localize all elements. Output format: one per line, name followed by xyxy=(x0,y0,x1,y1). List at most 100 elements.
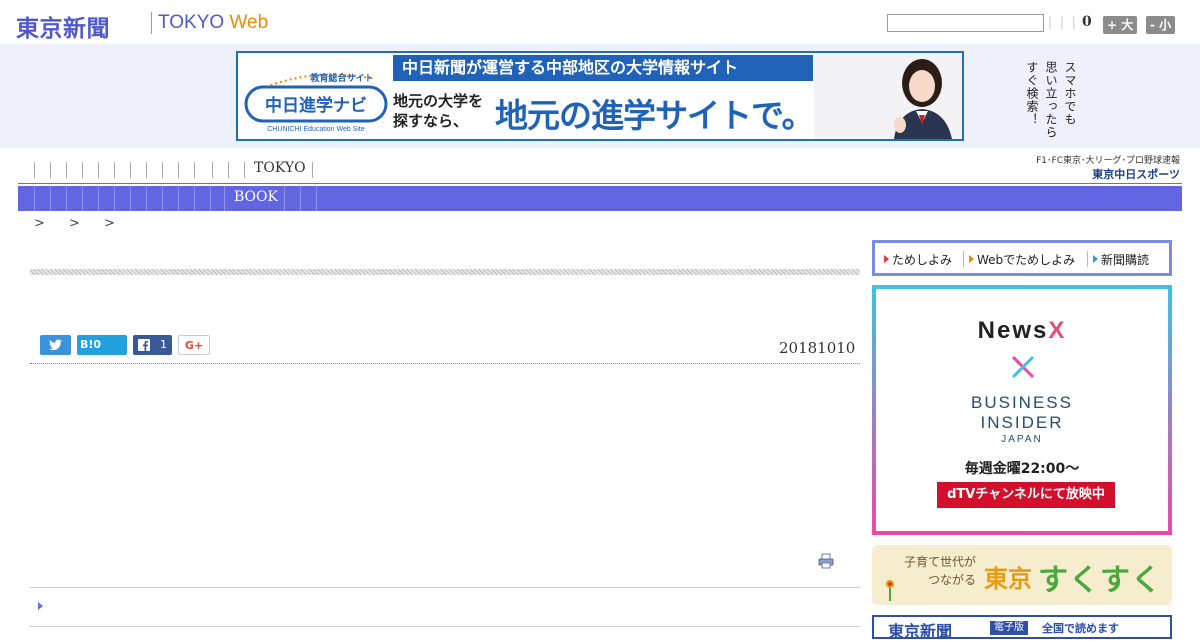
logo-divider xyxy=(151,12,152,34)
nav-divider xyxy=(66,162,67,178)
divider xyxy=(30,626,860,627)
header-counter: 0 xyxy=(1082,14,1092,30)
digital-ad-tagline: 全国で読めます xyxy=(1042,622,1119,635)
divider xyxy=(30,363,860,364)
business-insider-logo: BUSINESS INSIDER xyxy=(876,393,1168,433)
nav-divider xyxy=(50,186,51,211)
nav-divider xyxy=(162,186,163,211)
logo-main-text: 中日進学ナビ xyxy=(265,95,367,116)
twitter-icon xyxy=(49,339,62,351)
facebook-share-button[interactable]: 1 xyxy=(133,335,172,355)
digital-ad-badge: 電子版 xyxy=(990,621,1028,635)
banner-vertical-line: すぐ検索！ xyxy=(1025,61,1039,126)
nav-divider xyxy=(312,162,313,178)
nav-book-link[interactable]: BOOK xyxy=(234,189,278,205)
logo-tokyo-text: TOKYO xyxy=(158,12,230,33)
shingaku-navi-logo: 中日進学ナビ CHUNICHI Education Web Site 教育総合サ… xyxy=(244,72,388,133)
subscribe-link[interactable]: 新聞購読 xyxy=(1093,251,1149,268)
nav-divider xyxy=(228,162,229,178)
logo-tokyo-shimbun[interactable]: 東京新聞 xyxy=(16,9,110,43)
nav-divider xyxy=(50,162,51,178)
nav-divider xyxy=(34,186,35,211)
search-input[interactable] xyxy=(887,14,1044,32)
nav-divider xyxy=(34,162,35,178)
facebook-icon xyxy=(138,339,150,351)
printer-icon[interactable] xyxy=(818,553,834,569)
nav-divider xyxy=(244,162,245,178)
google-plus-button[interactable]: G+ xyxy=(178,335,210,355)
banner-right-panel: スマホでも 思い立ったら すぐ検索！ xyxy=(814,53,1077,139)
student-photo xyxy=(876,53,962,139)
banner-vertical-line: 思い立ったら xyxy=(1044,61,1058,139)
subscribe-label: 新聞購読 xyxy=(1101,253,1150,267)
digital-ad-title: 東京新聞 xyxy=(888,622,953,641)
separator xyxy=(1087,251,1088,267)
facebook-share-count: 1 xyxy=(160,338,167,351)
breadcrumb: > > > xyxy=(34,216,115,231)
separator xyxy=(963,251,964,267)
sukusuku-line1: 子育て世代が xyxy=(903,555,976,569)
site-header: 東京新聞 TOKYO Web | | | 0 + 大 - 小 xyxy=(0,0,1200,44)
tokyo-shimbun-digital-ad[interactable]: 東京新聞 電子版 全国で読めます xyxy=(872,615,1172,641)
twitter-share-button[interactable] xyxy=(40,335,71,355)
nav-divider xyxy=(224,186,225,211)
banner-band: 中日進学ナビ CHUNICHI Education Web Site 教育総合サ… xyxy=(0,44,1200,148)
web-trial-label: Webでためしよみ xyxy=(977,253,1076,267)
banner-vertical-line: スマホでも xyxy=(1063,61,1077,126)
nav-divider xyxy=(98,162,99,178)
logo-top-text: 教育総合サイト xyxy=(309,72,373,84)
banner-headline: 地元の進学サイトで。 xyxy=(495,96,815,135)
logo-web-text: Web xyxy=(229,12,269,33)
nav-divider xyxy=(98,186,99,211)
section-nav-bar: BOOK xyxy=(18,186,1182,211)
banner-left-line2: 探すなら、 xyxy=(393,112,469,130)
tokyo-sukusuku-banner[interactable]: 子育て世代が つながる 東京 すくすく xyxy=(872,545,1172,605)
shingaku-navi-banner[interactable]: 中日進学ナビ CHUNICHI Education Web Site 教育総合サ… xyxy=(236,51,1077,141)
web-trial-link[interactable]: Webでためしよみ xyxy=(969,251,1075,268)
nav-divider xyxy=(146,186,147,211)
banner-left-line1: 地元の大学を xyxy=(393,92,484,110)
nav-divider xyxy=(162,162,163,178)
banner-top-line: 中日新聞が運営する中部地区の大学情報サイト xyxy=(393,55,813,81)
flower-icon xyxy=(886,580,894,601)
sukusuku-tokyo: 東京 xyxy=(984,564,1032,593)
arrow-icon xyxy=(1093,255,1098,263)
trial-reading-label: ためしよみ xyxy=(892,253,953,267)
broadcast-time: 毎週金曜22:00〜 xyxy=(964,461,1080,477)
hatena-bookmark-button[interactable]: B!0 xyxy=(77,335,127,355)
arrow-icon xyxy=(969,255,974,263)
nav-tokyo-link[interactable]: TOKYO xyxy=(254,160,306,176)
chunichi-sports-link[interactable]: F1･FC東京･大リーグ･プロ野球速報 東京中日スポーツ xyxy=(1018,153,1180,182)
font-larger-button[interactable]: + 大 xyxy=(1103,16,1138,34)
logo-tokyo-web[interactable]: TOKYO Web xyxy=(158,12,268,34)
nav-divider xyxy=(212,162,213,178)
nav-divider xyxy=(82,186,83,211)
cross-icon xyxy=(1011,355,1035,379)
nav-divider xyxy=(114,186,115,211)
sports-line1: F1･FC東京･大リーグ･プロ野球速報 xyxy=(1036,156,1180,166)
nav-divider xyxy=(114,162,115,178)
trial-reading-link[interactable]: ためしよみ xyxy=(884,251,952,268)
title-stripe xyxy=(30,269,860,275)
dtv-badge: dTVチャンネルにて放映中 xyxy=(937,482,1115,508)
arrow-icon xyxy=(884,255,889,263)
newsx-logo: NewsX xyxy=(876,317,1168,345)
nav-divider xyxy=(146,162,147,178)
bi-line3: JAPAN xyxy=(1001,434,1043,445)
newsx-ad-inner: NewsX BUSINESS INSIDER JAPAN 毎週金曜22:00〜 … xyxy=(876,289,1168,531)
bi-line1: BUSINESS xyxy=(971,393,1073,412)
article-date: 20181010 xyxy=(779,339,856,357)
nav-divider xyxy=(284,186,285,211)
nav-divider xyxy=(82,162,83,178)
sports-line2: 東京中日スポーツ xyxy=(1092,168,1180,181)
logo-sub-text: CHUNICHI Education Web Site xyxy=(267,126,365,133)
nav-divider xyxy=(178,162,179,178)
font-smaller-button[interactable]: - 小 xyxy=(1146,16,1176,34)
nav-divider xyxy=(194,186,195,211)
header-separators: | | | xyxy=(1048,15,1078,29)
subscription-box: ためしよみ Webでためしよみ 新聞購読 xyxy=(872,240,1172,276)
bi-line2: INSIDER xyxy=(980,413,1064,432)
newsx-x: X xyxy=(1048,317,1067,344)
divider xyxy=(30,587,860,588)
newsx-ad[interactable]: NewsX BUSINESS INSIDER JAPAN 毎週金曜22:00〜 … xyxy=(872,285,1172,535)
